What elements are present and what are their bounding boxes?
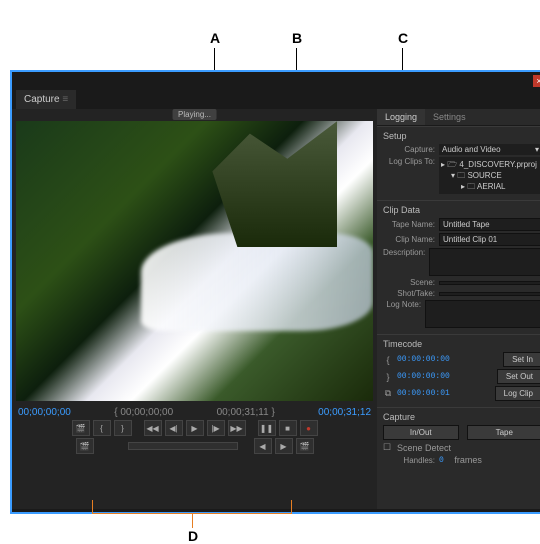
- tc-out: 00;00;31;11: [217, 407, 269, 418]
- step-back-button[interactable]: ◀|: [165, 420, 183, 436]
- callout-d: D: [188, 528, 198, 544]
- slate3-icon[interactable]: 🎬: [296, 438, 314, 454]
- timecode-bar: 00;00;00;00 { 00;00;00;00 00;00;31;11 } …: [12, 401, 377, 420]
- chevron-down-icon: ▾: [535, 145, 539, 154]
- section-setup: Setup Capture: Audio and Video ▾ Log Cli…: [377, 126, 540, 200]
- tc-in-value[interactable]: 00:00:00:00: [397, 355, 450, 364]
- tc-dur-value[interactable]: 00:00:00:01: [397, 389, 450, 398]
- capture-dropdown[interactable]: Audio and Video ▾: [439, 144, 540, 155]
- description-label: Description:: [383, 248, 425, 257]
- capture-tape-button[interactable]: Tape: [467, 425, 540, 440]
- fast-forward-button[interactable]: ▶▶: [228, 420, 246, 436]
- section-timecode: Timecode {00:00:00:00 Set In } 00:00:00:00…: [377, 334, 540, 407]
- logto-label: Log Clips To:: [383, 157, 435, 166]
- capture-window: × Capture ≡ Playing... 00;00;00;00 { 00;…: [10, 70, 540, 514]
- slate2-icon[interactable]: 🎬: [76, 438, 94, 454]
- set-in-button[interactable]: Set In: [503, 352, 540, 367]
- callout-a: A: [210, 30, 220, 46]
- handles-field[interactable]: 0: [439, 456, 444, 465]
- section-clipdata: Clip Data Tape Name: Untitled Tape Clip N…: [377, 200, 540, 334]
- pause-button[interactable]: ❚❚: [258, 420, 276, 436]
- brace-in-icon: {: [383, 355, 393, 365]
- callout-b: B: [292, 30, 302, 46]
- description-field[interactable]: [429, 248, 540, 276]
- capture-inout-button[interactable]: In/Out: [383, 425, 459, 440]
- brace-l-icon: {: [114, 407, 117, 418]
- shot-label: Shot/Take:: [383, 289, 435, 298]
- close-icon[interactable]: ×: [533, 75, 540, 87]
- lognote-label: Log Note:: [383, 300, 421, 309]
- jog-left-button[interactable]: ◀: [254, 438, 272, 454]
- section-capture: Capture In/Out Tape ☐Scene Detect Handle…: [377, 407, 540, 471]
- duration-icon: ⧉: [383, 388, 393, 399]
- jog-right-button[interactable]: ▶: [275, 438, 293, 454]
- setup-title: Setup: [383, 131, 540, 141]
- tape-name-field[interactable]: Untitled Tape: [439, 218, 540, 231]
- log-clip-button[interactable]: Log Clip: [495, 386, 540, 401]
- tc-in: 00;00;00;00: [120, 407, 173, 418]
- slate-icon[interactable]: 🎬: [72, 420, 90, 436]
- status-indicator: Playing...: [172, 109, 217, 120]
- tc-duration: 00;00;31;12: [318, 407, 371, 418]
- video-preview: [16, 121, 373, 401]
- capture-panel-tab[interactable]: Capture ≡: [16, 90, 76, 109]
- jog-scrubber[interactable]: [128, 442, 238, 450]
- tc-out-value[interactable]: 00:00:00:00: [397, 372, 450, 381]
- clip-name-field[interactable]: Untitled Clip 01: [439, 233, 540, 246]
- handles-unit: frames: [454, 455, 482, 465]
- play-button[interactable]: ▶: [186, 420, 204, 436]
- rewind-button[interactable]: ◀◀: [144, 420, 162, 436]
- mark-out-button[interactable]: }: [114, 420, 132, 436]
- brace-r-icon: }: [271, 407, 274, 418]
- brace-out-icon: }: [383, 372, 393, 382]
- clipdata-title: Clip Data: [383, 205, 540, 215]
- capture-title: Capture: [383, 412, 540, 422]
- timecode-title: Timecode: [383, 339, 540, 349]
- mark-in-button[interactable]: {: [93, 420, 111, 436]
- handles-label: Handles:: [383, 456, 435, 465]
- capture-label: Capture:: [383, 145, 435, 154]
- scene-field[interactable]: [439, 281, 540, 285]
- lognote-field[interactable]: [425, 300, 540, 328]
- step-forward-button[interactable]: |▶: [207, 420, 225, 436]
- scene-label: Scene:: [383, 278, 435, 287]
- scene-detect-checkbox[interactable]: Scene Detect: [397, 443, 451, 453]
- tab-logging[interactable]: Logging: [377, 109, 425, 125]
- tab-settings[interactable]: Settings: [425, 109, 474, 125]
- transport-controls: 🎬 { } ◀◀ ◀| ▶ |▶ ▶▶ ❚❚ ■ ●: [12, 420, 377, 460]
- stop-button[interactable]: ■: [279, 420, 297, 436]
- record-button[interactable]: ●: [300, 420, 318, 436]
- shot-field[interactable]: [439, 292, 540, 296]
- tc-current: 00;00;00;00: [18, 407, 71, 418]
- set-out-button[interactable]: Set Out: [497, 369, 540, 384]
- bin-tree[interactable]: ▸ 🗁 4_DISCOVERY.prproj ▾ 🗀 SOURCE ▸ 🗀 AE…: [439, 157, 540, 194]
- callout-c: C: [398, 30, 408, 46]
- clip-name-label: Clip Name:: [383, 235, 435, 244]
- tape-name-label: Tape Name:: [383, 220, 435, 229]
